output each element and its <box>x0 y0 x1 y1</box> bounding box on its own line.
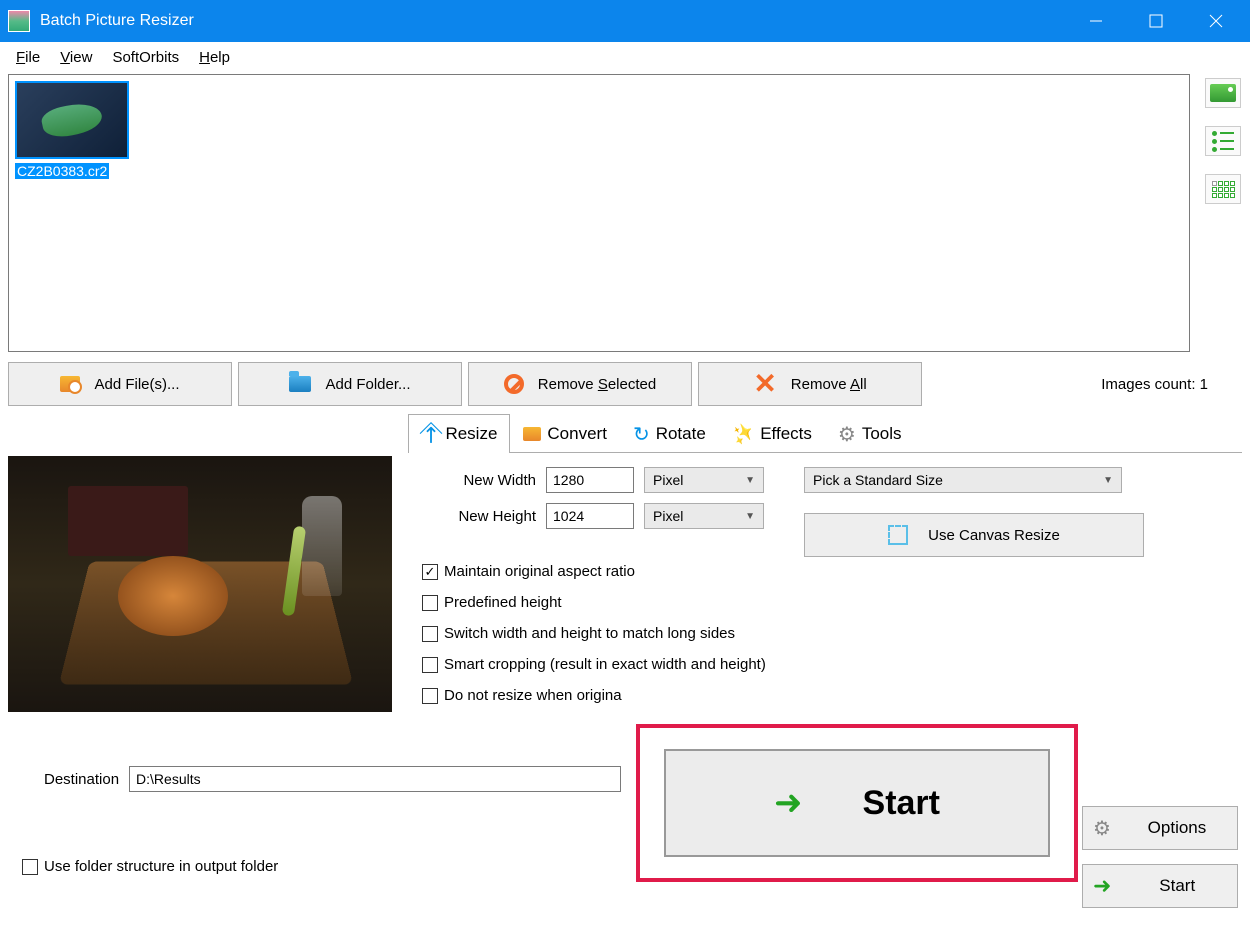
rotate-icon: ↻ <box>633 422 650 447</box>
do-not-resize-label: Do not resize when origina <box>444 687 622 704</box>
big-start-label: Start <box>863 784 940 823</box>
preview-panel <box>8 412 396 756</box>
close-button[interactable] <box>1186 0 1246 42</box>
tab-effects[interactable]: ✨Effects <box>719 414 825 453</box>
add-folder-button[interactable]: Add Folder... <box>238 362 462 406</box>
menu-bar: File View SoftOrbits Help <box>0 42 1250 72</box>
thumbnail-image <box>15 81 129 159</box>
remove-icon <box>504 374 524 394</box>
view-thumbnails-button[interactable] <box>1205 78 1241 108</box>
tab-resize[interactable]: ⇱Resize <box>408 414 510 453</box>
convert-icon <box>523 427 541 441</box>
remove-selected-button[interactable]: Remove Selected <box>468 362 692 406</box>
arrow-right-icon: ➜ <box>774 783 803 823</box>
maintain-ratio-checkbox[interactable]: ✓ <box>422 564 438 580</box>
chevron-down-icon: ▼ <box>1103 475 1113 486</box>
title-bar: Batch Picture Resizer <box>0 0 1250 42</box>
folder-icon <box>289 376 311 392</box>
new-height-input[interactable] <box>546 503 634 529</box>
settings-tabs-area: ⇱Resize Convert ↻Rotate ✨Effects ⚙Tools … <box>408 412 1242 756</box>
switch-wh-checkbox[interactable] <box>422 626 438 642</box>
menu-file[interactable]: File <box>8 47 48 68</box>
height-unit-select[interactable]: Pixel▼ <box>644 503 764 529</box>
new-height-label: New Height <box>422 508 536 525</box>
width-unit-select[interactable]: Pixel▼ <box>644 467 764 493</box>
chevron-down-icon: ▼ <box>745 475 755 486</box>
smart-crop-label: Smart cropping (result in exact width an… <box>444 656 766 673</box>
maximize-button[interactable] <box>1126 0 1186 42</box>
thumbnail-item[interactable]: CZ2B0383.cr2 <box>15 81 133 180</box>
folder-structure-label: Use folder structure in output folder <box>44 858 278 875</box>
picture-icon <box>1210 84 1236 102</box>
tab-convert[interactable]: Convert <box>510 414 620 453</box>
start-highlight-box: ➜ Start <box>636 724 1078 882</box>
folder-structure-checkbox[interactable] <box>22 859 38 875</box>
preview-image <box>8 456 392 712</box>
standard-size-select[interactable]: Pick a Standard Size▼ <box>804 467 1122 493</box>
new-width-input[interactable] <box>546 467 634 493</box>
options-button[interactable]: ⚙Options <box>1082 806 1238 850</box>
remove-all-label: Remove All <box>791 376 867 393</box>
arrow-right-icon: ➜ <box>1093 873 1111 899</box>
file-icon <box>60 376 80 392</box>
tab-rotate[interactable]: ↻Rotate <box>620 414 719 453</box>
window-title: Batch Picture Resizer <box>40 12 1066 30</box>
action-toolbar: Add File(s)... Add Folder... Remove Sele… <box>0 352 1250 412</box>
add-folder-label: Add Folder... <box>325 376 410 393</box>
view-grid-button[interactable] <box>1205 174 1241 204</box>
thumbnail-filename: CZ2B0383.cr2 <box>15 163 109 179</box>
effects-icon: ✨ <box>728 419 758 448</box>
big-start-button[interactable]: ➜ Start <box>664 749 1050 857</box>
minimize-button[interactable] <box>1066 0 1126 42</box>
smart-crop-checkbox[interactable] <box>422 657 438 673</box>
images-count: Images count: 1 <box>1101 376 1208 393</box>
destination-input[interactable] <box>129 766 621 792</box>
x-icon: ✕ <box>753 370 776 398</box>
view-list-button[interactable] <box>1205 126 1241 156</box>
resize-icon: ⇱ <box>415 418 446 449</box>
menu-help[interactable]: Help <box>191 47 238 68</box>
canvas-icon <box>888 525 908 545</box>
add-files-button[interactable]: Add File(s)... <box>8 362 232 406</box>
start-button[interactable]: ➜Start <box>1082 864 1238 908</box>
app-icon <box>8 10 30 32</box>
menu-softorbits[interactable]: SoftOrbits <box>104 47 187 68</box>
switch-wh-label: Switch width and height to match long si… <box>444 625 735 642</box>
new-width-label: New Width <box>422 472 536 489</box>
menu-view[interactable]: View <box>52 47 100 68</box>
list-icon <box>1212 131 1234 152</box>
remove-selected-label: Remove Selected <box>538 376 656 393</box>
destination-label: Destination <box>44 771 119 788</box>
predefined-height-checkbox[interactable] <box>422 595 438 611</box>
gear-icon: ⚙ <box>838 422 856 447</box>
maintain-ratio-label: Maintain original aspect ratio <box>444 563 635 580</box>
tabs-bar: ⇱Resize Convert ↻Rotate ✨Effects ⚙Tools <box>408 414 1242 453</box>
do-not-resize-checkbox[interactable] <box>422 688 438 704</box>
grid-icon <box>1212 181 1235 198</box>
canvas-resize-button[interactable]: Use Canvas Resize <box>804 513 1144 557</box>
remove-all-button[interactable]: ✕ Remove All <box>698 362 922 406</box>
predefined-height-label: Predefined height <box>444 594 562 611</box>
view-mode-column <box>1202 74 1244 352</box>
chevron-down-icon: ▼ <box>745 511 755 522</box>
tab-tools[interactable]: ⚙Tools <box>825 414 915 453</box>
thumbnails-panel[interactable]: CZ2B0383.cr2 <box>8 74 1190 352</box>
resize-tab-body: New Width Pixel▼ New Height Pixel▼ Pick … <box>408 452 1242 728</box>
gear-icon: ⚙ <box>1093 816 1111 841</box>
add-files-label: Add File(s)... <box>94 376 179 393</box>
right-buttons-column: ⚙Options ➜Start <box>1082 806 1238 908</box>
